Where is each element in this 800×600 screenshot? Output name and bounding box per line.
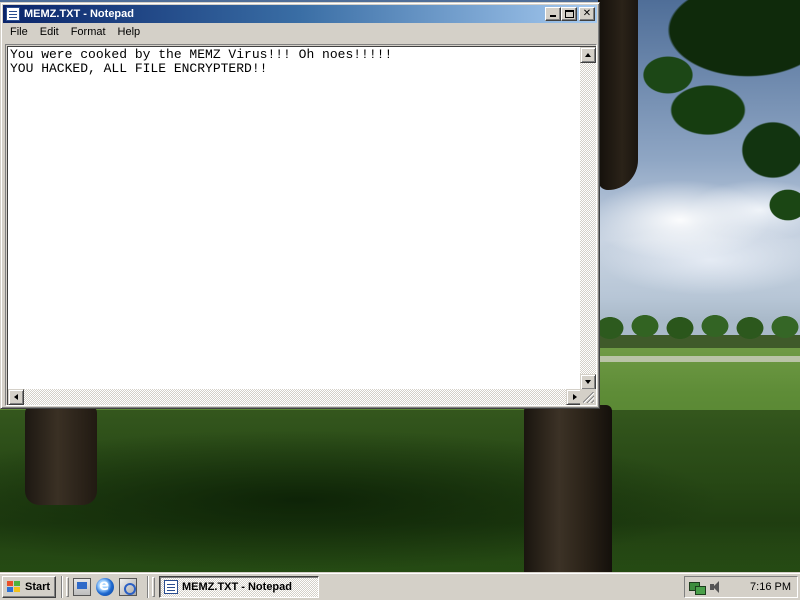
taskbar-separator: [147, 575, 149, 598]
scroll-down-button[interactable]: [580, 374, 596, 390]
show-desktop-icon[interactable]: [73, 577, 91, 596]
taskbar-button-notepad[interactable]: MEMZ.TXT - Notepad: [159, 575, 319, 598]
menu-bar: File Edit Format Help: [3, 23, 597, 42]
volume-icon[interactable]: [709, 580, 723, 594]
wallpaper-tree-canopy: [598, 0, 800, 230]
network-icon[interactable]: [689, 580, 706, 595]
taskbar-separator: [61, 575, 63, 598]
wallpaper-shadow: [0, 410, 800, 572]
editor-frame: You were cooked by the MEMZ Virus!!! Oh …: [5, 44, 597, 406]
notepad-window[interactable]: MEMZ.TXT - Notepad ✕ File Edit Format He…: [0, 2, 600, 409]
clock[interactable]: 7:16 PM: [750, 581, 791, 593]
start-button[interactable]: Start: [2, 575, 56, 598]
internet-explorer-icon[interactable]: [96, 576, 114, 596]
document-line: YOU HACKED, ALL FILE ENCRYPTERD!!: [10, 61, 268, 76]
maximize-button[interactable]: [561, 7, 577, 21]
vertical-scrollbar[interactable]: [580, 47, 596, 390]
wallpaper-tree-trunk-right: [524, 405, 612, 572]
arrow-right-icon: [573, 394, 577, 400]
arrow-up-icon: [585, 53, 591, 57]
horizontal-scrollbar[interactable]: [8, 389, 582, 405]
arrow-left-icon: [14, 394, 18, 400]
scroll-up-button[interactable]: [580, 47, 596, 63]
minimize-button[interactable]: [545, 7, 561, 21]
close-icon: ✕: [582, 8, 592, 19]
wallpaper-tree-line: [590, 310, 800, 352]
maximize-icon: [565, 10, 574, 18]
title-bar[interactable]: MEMZ.TXT - Notepad ✕: [3, 5, 597, 23]
wallpaper-path: [600, 356, 800, 362]
menu-help[interactable]: Help: [112, 24, 147, 41]
menu-format[interactable]: Format: [65, 24, 112, 41]
notepad-icon[interactable]: [6, 7, 20, 21]
window-title: MEMZ.TXT - Notepad: [24, 8, 134, 20]
system-tray: 7:16 PM: [684, 575, 798, 598]
task-area-grip[interactable]: [152, 576, 155, 597]
resize-grip[interactable]: [580, 389, 596, 405]
text-editor[interactable]: You were cooked by the MEMZ Virus!!! Oh …: [7, 46, 596, 405]
taskbar: Start MEMZ.TXT - Notepad 7:16 PM: [0, 572, 800, 600]
minimize-icon: [550, 15, 556, 17]
document-line: You were cooked by the MEMZ Virus!!! Oh …: [10, 47, 393, 62]
scroll-left-button[interactable]: [8, 389, 24, 405]
menu-file[interactable]: File: [4, 24, 34, 41]
taskbar-button-label: MEMZ.TXT - Notepad: [182, 580, 292, 593]
wallpaper-tree-trunk-left: [25, 405, 97, 505]
notepad-icon: [164, 579, 178, 594]
document-text[interactable]: You were cooked by the MEMZ Virus!!! Oh …: [9, 47, 582, 389]
quick-launch-grip[interactable]: [66, 576, 69, 597]
menu-edit[interactable]: Edit: [34, 24, 65, 41]
windows-logo-icon: [6, 580, 22, 594]
close-button[interactable]: ✕: [579, 7, 595, 21]
channels-icon[interactable]: [119, 577, 137, 596]
start-label: Start: [25, 580, 51, 593]
arrow-down-icon: [585, 380, 591, 384]
